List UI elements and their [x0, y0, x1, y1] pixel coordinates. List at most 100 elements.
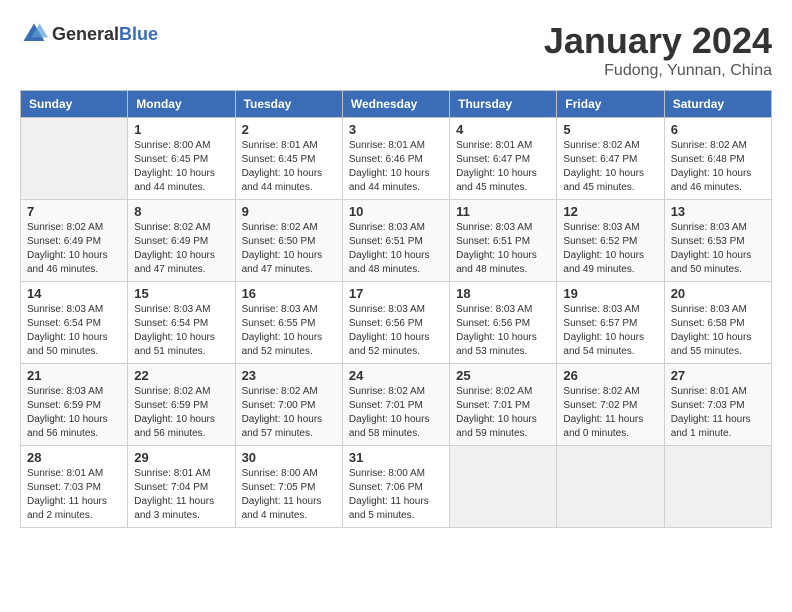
calendar-cell: 5Sunrise: 8:02 AM Sunset: 6:47 PM Daylig…	[557, 118, 664, 200]
day-number: 12	[563, 204, 657, 219]
day-info: Sunrise: 8:02 AM Sunset: 6:49 PM Dayligh…	[27, 221, 121, 277]
month-title: January 2024	[544, 20, 772, 62]
day-info: Sunrise: 8:03 AM Sunset: 6:54 PM Dayligh…	[27, 303, 121, 359]
calendar-week-row: 21Sunrise: 8:03 AM Sunset: 6:59 PM Dayli…	[21, 364, 772, 446]
day-number: 29	[134, 450, 228, 465]
day-number: 7	[27, 204, 121, 219]
day-info: Sunrise: 8:03 AM Sunset: 6:52 PM Dayligh…	[563, 221, 657, 277]
day-info: Sunrise: 8:03 AM Sunset: 6:51 PM Dayligh…	[456, 221, 550, 277]
weekday-header-friday: Friday	[557, 91, 664, 118]
calendar-cell: 2 Sunrise: 8:01 AM Sunset: 6:45 PM Daylig…	[235, 118, 342, 200]
calendar-cell: 12 Sunrise: 8:03 AM Sunset: 6:52 PM Dayli…	[557, 200, 664, 282]
calendar-cell: 14 Sunrise: 8:03 AM Sunset: 6:54 PM Dayli…	[21, 282, 128, 364]
calendar-cell: 29 Sunrise: 8:01 AM Sunset: 7:04 PM Dayli…	[128, 446, 235, 528]
day-info: Sunrise: 8:01 AM Sunset: 6:45 PM Dayligh…	[242, 139, 336, 195]
calendar-cell: 18 Sunrise: 8:03 AM Sunset: 6:56 PM Dayli…	[450, 282, 557, 364]
day-number: 16	[242, 286, 336, 301]
calendar-week-row: 14 Sunrise: 8:03 AM Sunset: 6:54 PM Dayli…	[21, 282, 772, 364]
day-info: Sunrise: 8:03 AM Sunset: 6:57 PM Dayligh…	[563, 303, 657, 359]
calendar-cell: 25 Sunrise: 8:02 AM Sunset: 7:01 PM Dayli…	[450, 364, 557, 446]
calendar-cell	[557, 446, 664, 528]
day-number: 13	[671, 204, 765, 219]
day-number: 8	[134, 204, 228, 219]
day-number: 4	[456, 122, 550, 137]
day-number: 30	[242, 450, 336, 465]
day-info: Sunrise: 8:01 AM Sunset: 6:47 PM Dayligh…	[456, 139, 550, 195]
day-number: 2	[242, 122, 336, 137]
day-info: Sunrise: 8:02 AM Sunset: 7:01 PM Dayligh…	[456, 385, 550, 441]
logo-text-general: General	[52, 24, 119, 44]
calendar-cell: 3Sunrise: 8:01 AM Sunset: 6:46 PM Daylig…	[342, 118, 449, 200]
day-number: 24	[349, 368, 443, 383]
calendar-cell: 31Sunrise: 8:00 AM Sunset: 7:06 PM Dayli…	[342, 446, 449, 528]
day-info: Sunrise: 8:01 AM Sunset: 7:03 PM Dayligh…	[671, 385, 765, 441]
day-info: Sunrise: 8:01 AM Sunset: 6:46 PM Dayligh…	[349, 139, 443, 195]
day-info: Sunrise: 8:03 AM Sunset: 6:54 PM Dayligh…	[134, 303, 228, 359]
calendar-cell: 24 Sunrise: 8:02 AM Sunset: 7:01 PM Dayli…	[342, 364, 449, 446]
calendar-cell: 26Sunrise: 8:02 AM Sunset: 7:02 PM Dayli…	[557, 364, 664, 446]
calendar-cell: 10 Sunrise: 8:03 AM Sunset: 6:51 PM Dayli…	[342, 200, 449, 282]
weekday-header-row: SundayMondayTuesdayWednesdayThursdayFrid…	[21, 91, 772, 118]
calendar-cell: 27Sunrise: 8:01 AM Sunset: 7:03 PM Dayli…	[664, 364, 771, 446]
day-number: 23	[242, 368, 336, 383]
day-info: Sunrise: 8:02 AM Sunset: 6:50 PM Dayligh…	[242, 221, 336, 277]
calendar-cell: 13 Sunrise: 8:03 AM Sunset: 6:53 PM Dayli…	[664, 200, 771, 282]
calendar-cell: 28 Sunrise: 8:01 AM Sunset: 7:03 PM Dayli…	[21, 446, 128, 528]
day-info: Sunrise: 8:02 AM Sunset: 6:48 PM Dayligh…	[671, 139, 765, 195]
calendar-cell: 7 Sunrise: 8:02 AM Sunset: 6:49 PM Daylig…	[21, 200, 128, 282]
calendar-cell: 11 Sunrise: 8:03 AM Sunset: 6:51 PM Dayli…	[450, 200, 557, 282]
calendar-cell: 22 Sunrise: 8:02 AM Sunset: 6:59 PM Dayli…	[128, 364, 235, 446]
weekday-header-monday: Monday	[128, 91, 235, 118]
calendar-cell: 21Sunrise: 8:03 AM Sunset: 6:59 PM Dayli…	[21, 364, 128, 446]
day-number: 11	[456, 204, 550, 219]
day-info: Sunrise: 8:03 AM Sunset: 6:56 PM Dayligh…	[349, 303, 443, 359]
day-info: Sunrise: 8:00 AM Sunset: 6:45 PM Dayligh…	[134, 139, 228, 195]
page-header: GeneralBlue January 2024 Fudong, Yunnan,…	[20, 20, 772, 80]
logo: GeneralBlue	[20, 20, 158, 48]
day-info: Sunrise: 8:02 AM Sunset: 7:00 PM Dayligh…	[242, 385, 336, 441]
logo-text-blue: Blue	[119, 24, 158, 44]
calendar-cell: 17 Sunrise: 8:03 AM Sunset: 6:56 PM Dayli…	[342, 282, 449, 364]
calendar-cell	[21, 118, 128, 200]
day-number: 21	[27, 368, 121, 383]
calendar-cell: 20 Sunrise: 8:03 AM Sunset: 6:58 PM Dayli…	[664, 282, 771, 364]
day-info: Sunrise: 8:01 AM Sunset: 7:04 PM Dayligh…	[134, 467, 228, 523]
day-number: 28	[27, 450, 121, 465]
day-number: 14	[27, 286, 121, 301]
day-number: 18	[456, 286, 550, 301]
day-number: 20	[671, 286, 765, 301]
day-number: 15	[134, 286, 228, 301]
logo-icon	[20, 20, 48, 48]
day-info: Sunrise: 8:03 AM Sunset: 6:56 PM Dayligh…	[456, 303, 550, 359]
day-number: 26	[563, 368, 657, 383]
calendar-cell: 16 Sunrise: 8:03 AM Sunset: 6:55 PM Dayli…	[235, 282, 342, 364]
calendar-cell: 1Sunrise: 8:00 AM Sunset: 6:45 PM Daylig…	[128, 118, 235, 200]
day-number: 17	[349, 286, 443, 301]
day-number: 25	[456, 368, 550, 383]
calendar-cell: 23 Sunrise: 8:02 AM Sunset: 7:00 PM Dayli…	[235, 364, 342, 446]
calendar-cell: 15 Sunrise: 8:03 AM Sunset: 6:54 PM Dayli…	[128, 282, 235, 364]
day-info: Sunrise: 8:02 AM Sunset: 6:59 PM Dayligh…	[134, 385, 228, 441]
calendar-cell	[450, 446, 557, 528]
day-info: Sunrise: 8:03 AM Sunset: 6:58 PM Dayligh…	[671, 303, 765, 359]
day-info: Sunrise: 8:01 AM Sunset: 7:03 PM Dayligh…	[27, 467, 121, 523]
weekday-header-tuesday: Tuesday	[235, 91, 342, 118]
calendar-cell: 4 Sunrise: 8:01 AM Sunset: 6:47 PM Daylig…	[450, 118, 557, 200]
day-info: Sunrise: 8:03 AM Sunset: 6:55 PM Dayligh…	[242, 303, 336, 359]
weekday-header-thursday: Thursday	[450, 91, 557, 118]
day-number: 6	[671, 122, 765, 137]
day-info: Sunrise: 8:00 AM Sunset: 7:06 PM Dayligh…	[349, 467, 443, 523]
day-info: Sunrise: 8:03 AM Sunset: 6:51 PM Dayligh…	[349, 221, 443, 277]
day-number: 19	[563, 286, 657, 301]
calendar-table: SundayMondayTuesdayWednesdayThursdayFrid…	[20, 90, 772, 528]
day-number: 10	[349, 204, 443, 219]
day-number: 22	[134, 368, 228, 383]
title-block: January 2024 Fudong, Yunnan, China	[544, 20, 772, 80]
calendar-cell: 8Sunrise: 8:02 AM Sunset: 6:49 PM Daylig…	[128, 200, 235, 282]
day-info: Sunrise: 8:00 AM Sunset: 7:05 PM Dayligh…	[242, 467, 336, 523]
day-info: Sunrise: 8:02 AM Sunset: 6:47 PM Dayligh…	[563, 139, 657, 195]
location-title: Fudong, Yunnan, China	[544, 62, 772, 80]
weekday-header-wednesday: Wednesday	[342, 91, 449, 118]
day-info: Sunrise: 8:03 AM Sunset: 6:53 PM Dayligh…	[671, 221, 765, 277]
day-info: Sunrise: 8:02 AM Sunset: 7:01 PM Dayligh…	[349, 385, 443, 441]
